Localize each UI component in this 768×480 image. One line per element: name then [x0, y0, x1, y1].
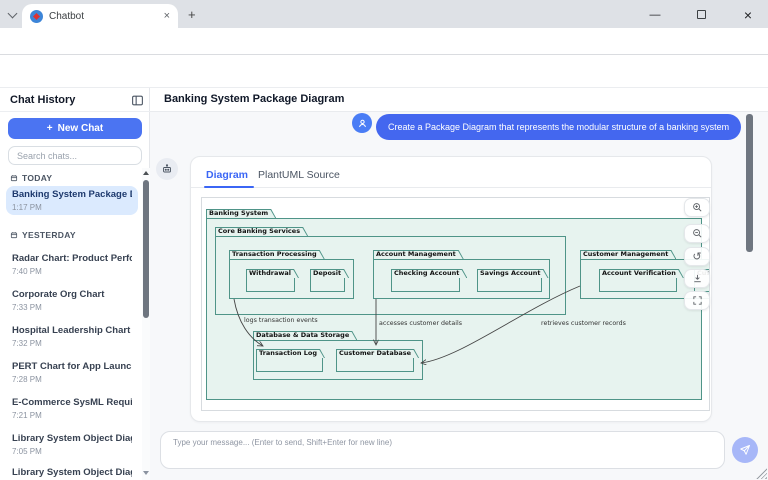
scroll-up-arrow-icon[interactable]: [143, 171, 149, 175]
window-maximize-button[interactable]: [686, 6, 716, 23]
person-icon: [357, 118, 368, 129]
new-chat-button[interactable]: + New Chat: [8, 118, 142, 139]
chat-scrollbar-thumb[interactable]: [746, 114, 753, 252]
screen: Chatbot × + — × ← → ↻ ai-toolbox.visual-…: [0, 0, 768, 480]
send-button[interactable]: [732, 437, 758, 463]
chat-history-item[interactable]: Banking System Package Dia... 1:17 PM: [6, 186, 138, 215]
collapse-panel-icon[interactable]: [131, 94, 144, 107]
calendar-icon: [10, 174, 18, 182]
chat-history-item[interactable]: Corporate Org Chart 7:33 PM: [6, 286, 138, 315]
send-plane-icon: [739, 444, 751, 456]
app-header: Chatbot Powered by Visual Paradigm More …: [0, 55, 768, 88]
edge-label: retrieves customer records: [541, 320, 626, 327]
message-composer: [160, 431, 725, 469]
window-close-button[interactable]: ×: [733, 6, 763, 23]
section-header-yesterday: YESTERDAY: [10, 230, 76, 240]
chat-history-sidebar: Chat History + New Chat TODAY Banking Sy…: [0, 88, 150, 480]
window-minimize-button[interactable]: —: [640, 6, 670, 23]
fullscreen-button[interactable]: [684, 291, 710, 310]
message-input[interactable]: [173, 438, 703, 447]
chat-history-item[interactable]: Radar Chart: Product Perfor... 7:40 PM: [6, 250, 138, 279]
edge-label: logs transaction events: [244, 317, 318, 324]
fullscreen-icon: [692, 295, 703, 306]
browser-tab-title: Chatbot: [49, 11, 158, 22]
zoom-out-button[interactable]: [684, 224, 710, 243]
chat-history-item[interactable]: Hospital Leadership Chart 7:32 PM: [6, 322, 138, 351]
tab-search-chevron-icon[interactable]: [9, 10, 16, 17]
chat-history-item[interactable]: E-Commerce SysML Require... 7:21 PM: [6, 394, 138, 423]
scroll-down-arrow-icon[interactable]: [143, 471, 149, 475]
search-chats-input[interactable]: [8, 146, 142, 165]
user-message-bubble: Create a Package Diagram that represents…: [376, 114, 741, 140]
sidebar-scrollbar[interactable]: [142, 168, 150, 480]
edge-label: accesses customer details: [379, 320, 462, 327]
chat-history-item[interactable]: Library System Object Diagr... 7:05 PM: [6, 430, 138, 459]
chat-history-item[interactable]: PERT Chart for App Launch 7:28 PM: [6, 358, 138, 387]
tab-plantuml-source[interactable]: PlantUML Source: [258, 169, 340, 181]
page-title: Banking System Package Diagram: [164, 93, 344, 105]
new-tab-button[interactable]: +: [188, 7, 196, 22]
zoom-in-icon: [692, 202, 703, 213]
diagram-viewport[interactable]: Banking System Core Banking Services Tra…: [201, 197, 710, 411]
zoom-out-icon: [692, 228, 703, 239]
calendar-icon: [10, 231, 18, 239]
chat-item-title: Banking System Package Dia...: [12, 189, 132, 200]
section-header-today: TODAY: [10, 173, 52, 183]
download-icon: [692, 273, 703, 284]
site-favicon-icon: [30, 10, 43, 23]
resize-grip[interactable]: [756, 468, 767, 479]
tab-close-icon[interactable]: ×: [164, 11, 170, 22]
active-tab-underline: [204, 186, 254, 188]
dependency-arrows: [202, 198, 710, 411]
plus-icon: +: [47, 123, 53, 134]
response-card: Diagram PlantUML Source Banking System C…: [190, 156, 712, 422]
robot-icon: [161, 163, 173, 175]
user-message-avatar: [352, 113, 372, 133]
bot-avatar: [156, 158, 178, 180]
zoom-in-button[interactable]: [684, 198, 710, 217]
tab-diagram[interactable]: Diagram: [206, 169, 248, 181]
card-tab-bar: Diagram PlantUML Source: [191, 157, 711, 188]
chat-item-time: 1:17 PM: [12, 203, 132, 212]
sidebar-title: Chat History: [10, 94, 75, 106]
page-title-row: Banking System Package Diagram: [150, 88, 768, 112]
reset-view-button[interactable]: ↺: [684, 247, 710, 266]
sidebar-scrollbar-thumb[interactable]: [143, 180, 149, 318]
download-button[interactable]: [684, 269, 710, 288]
browser-tab[interactable]: Chatbot ×: [22, 4, 178, 28]
browser-tabstrip: Chatbot × + — ×: [0, 0, 768, 28]
sidebar-header: Chat History: [0, 88, 150, 112]
chat-history-item[interactable]: Library System Object Diagr...: [6, 464, 138, 480]
browser-toolbar: ← → ↻ ai-toolbox.visual-paradigm.com/app…: [0, 28, 768, 55]
main-area: Banking System Package Diagram Create a …: [150, 88, 768, 480]
